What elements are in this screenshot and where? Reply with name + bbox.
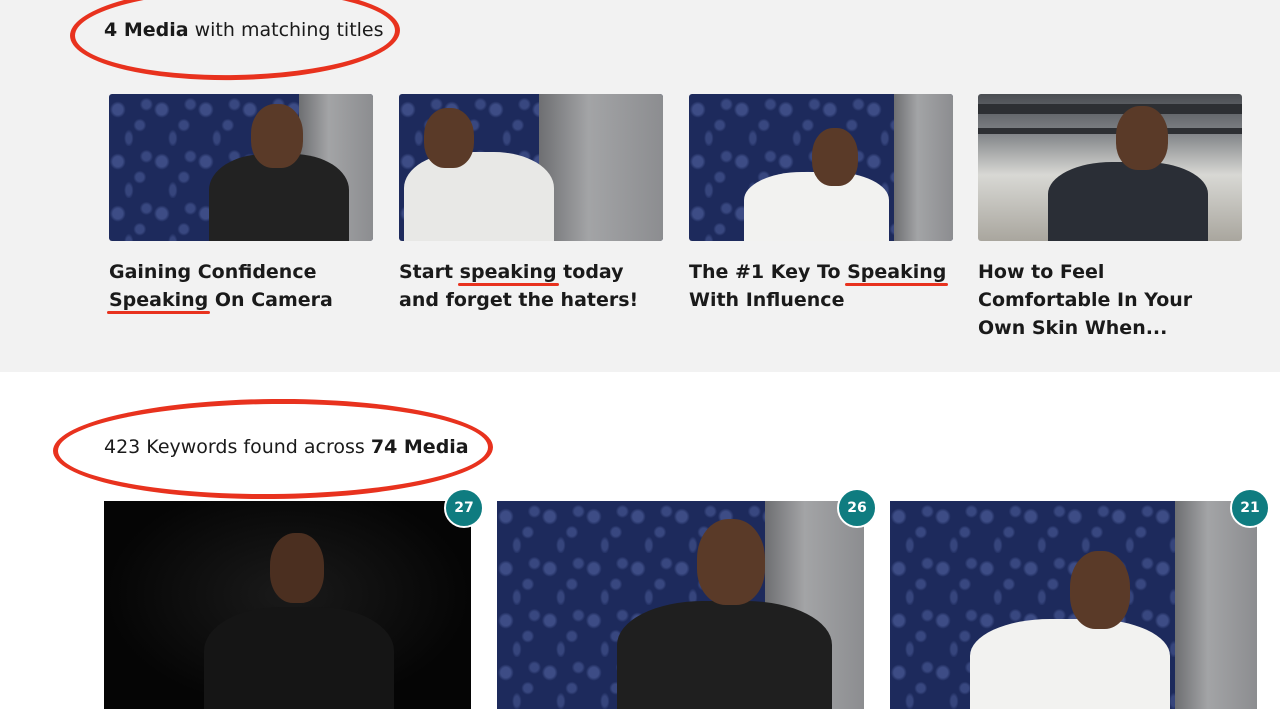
media-thumbnail[interactable]	[109, 94, 373, 241]
keyword-media-card[interactable]: 27	[104, 488, 484, 709]
matching-media-count: 4 Media	[104, 19, 189, 41]
media-thumbnail[interactable]	[890, 501, 1257, 709]
matching-titles-suffix: with matching titles	[188, 19, 384, 41]
keywords-prefix: 423 Keywords found across	[104, 436, 371, 458]
media-thumbnail[interactable]	[978, 94, 1242, 241]
media-title[interactable]: Gaining Confidence Speaking On Camera	[107, 258, 373, 314]
keywords-section: 423 Keywords found across 74 Media 27 26	[0, 372, 1280, 720]
media-thumbnail[interactable]	[399, 94, 663, 241]
keywords-media-count: 74 Media	[370, 436, 469, 458]
highlighted-keyword: speaking	[457, 261, 559, 286]
annotation-circle	[69, 0, 401, 83]
keyword-media-card[interactable]: 21	[890, 488, 1270, 709]
highlighted-keyword: Speaking	[845, 261, 949, 286]
media-thumbnail[interactable]	[104, 501, 471, 709]
keywords-heading: 423 Keywords found across 74 Media	[104, 436, 469, 458]
keyword-count-badge: 26	[837, 488, 877, 528]
keyword-count-badge: 21	[1230, 488, 1270, 528]
media-card[interactable]: How to Feel Comfortable In Your Own Skin…	[978, 94, 1242, 342]
keyword-media-card[interactable]: 26	[497, 488, 877, 709]
media-card[interactable]: The #1 Key To Speaking With Influence	[689, 94, 953, 314]
matching-titles-section: 4 Media with matching titles Gaining Con…	[0, 0, 1280, 372]
media-title[interactable]: The #1 Key To Speaking With Influence	[689, 258, 953, 314]
highlighted-keyword: Speaking	[107, 289, 211, 314]
media-thumbnail[interactable]	[497, 501, 864, 709]
media-thumbnail[interactable]	[689, 94, 953, 241]
media-title[interactable]: Start speaking today and forget the hate…	[399, 258, 663, 314]
media-card[interactable]: Gaining Confidence Speaking On Camera	[107, 94, 373, 314]
media-card[interactable]: Start speaking today and forget the hate…	[399, 94, 663, 314]
media-title[interactable]: How to Feel Comfortable In Your Own Skin…	[978, 258, 1242, 342]
keyword-count-badge: 27	[444, 488, 484, 528]
matching-titles-heading: 4 Media with matching titles	[104, 19, 384, 41]
